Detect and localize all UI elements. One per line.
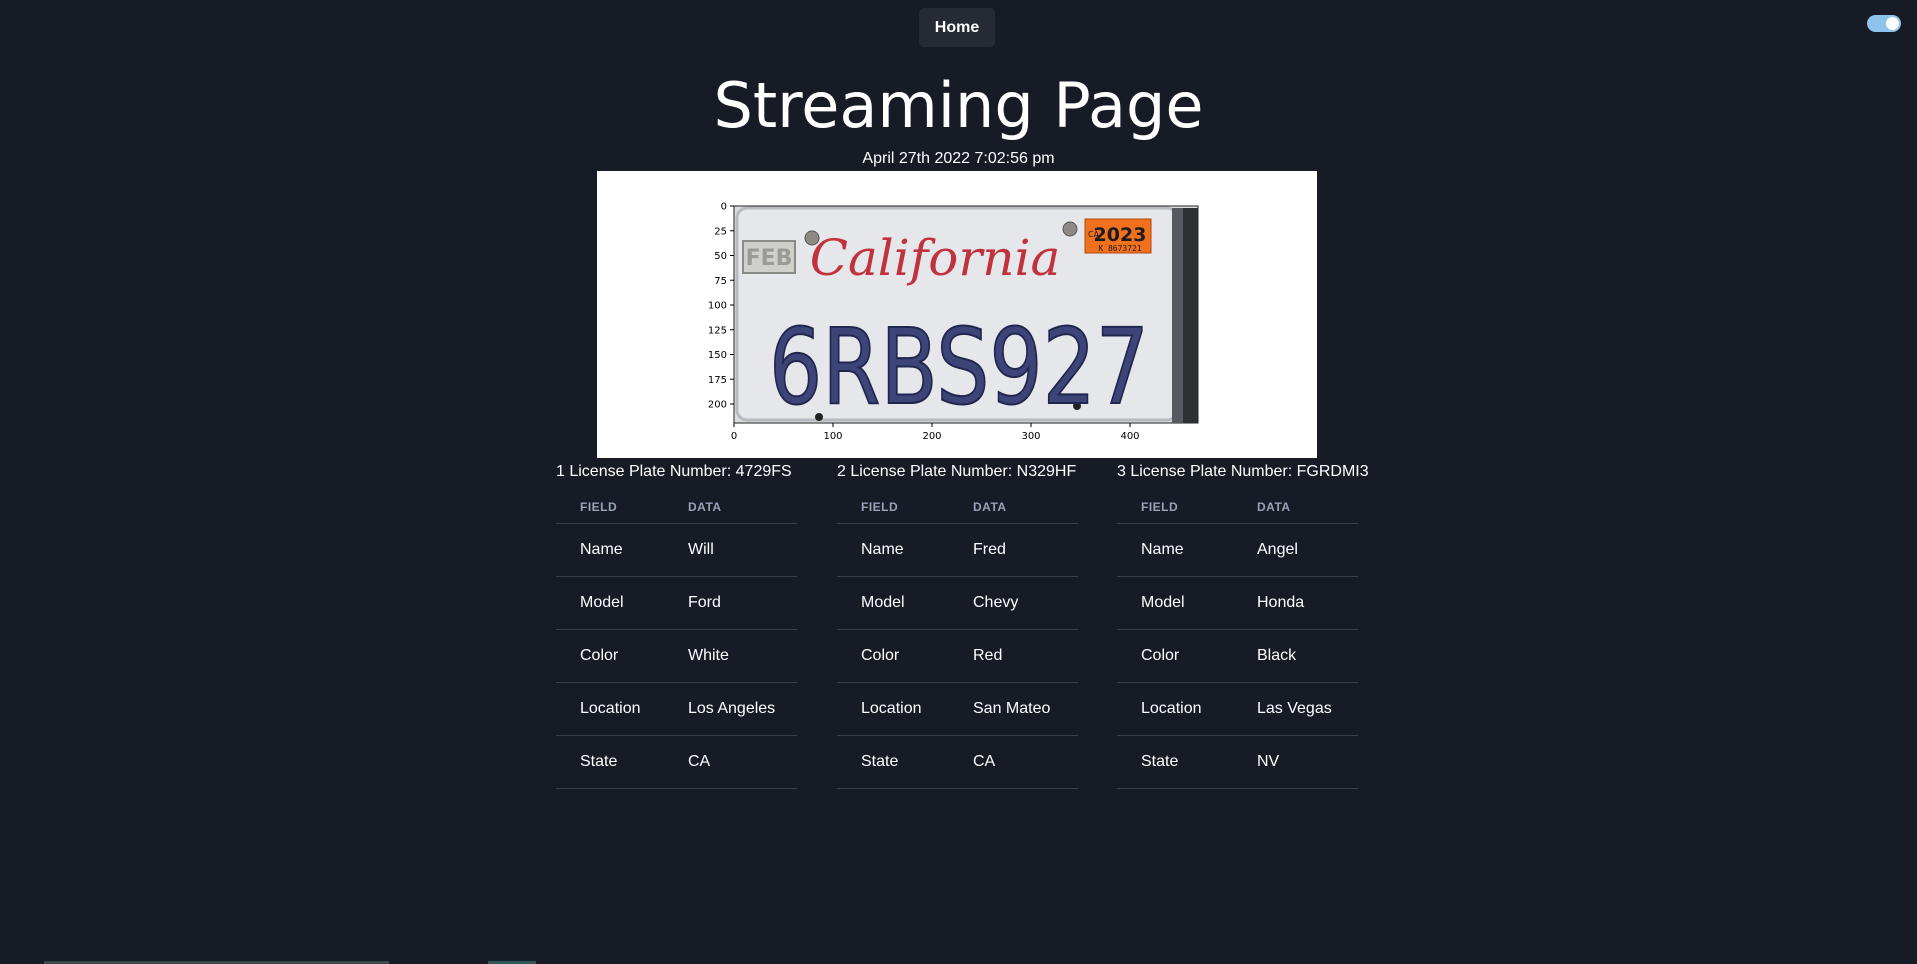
table-row: State CA [556, 735, 797, 789]
y-tick-label: 125 [708, 325, 727, 336]
data-cell: CA [664, 735, 797, 789]
table-row: Name Will [556, 523, 797, 577]
plate-sticker-year: 2023 [1094, 224, 1147, 246]
data-cell: Honda [1233, 576, 1358, 630]
plate-info-table-1: FIELD DATA Name Will Model Ford Color White… [556, 491, 797, 789]
home-button[interactable]: Home [919, 8, 995, 47]
field-cell: Location [1117, 682, 1233, 736]
plate-plot-svg: FEB California 2023 CA K 8673721 6RBS927… [708, 202, 1199, 442]
field-header: FIELD [1117, 491, 1233, 524]
y-tick-label: 0 [721, 202, 727, 213]
table-row: Color White [556, 629, 797, 683]
data-header: DATA [664, 491, 797, 524]
data-cell: Ford [664, 576, 797, 630]
y-tick-label: 175 [708, 375, 727, 386]
table-row: Model Chevy [837, 576, 1078, 630]
plate-card-title-1: 1 License Plate Number: 4729FS [556, 463, 792, 480]
data-cell: San Mateo [949, 682, 1078, 736]
field-cell: State [837, 735, 949, 789]
left-sticker-text: FEB [746, 246, 793, 271]
y-tick-label: 150 [708, 350, 727, 361]
table-row: Color Red [837, 629, 1078, 683]
table-row: Model Ford [556, 576, 797, 630]
y-tick-label: 75 [714, 276, 727, 287]
field-cell: Model [1117, 576, 1233, 630]
data-cell: White [664, 629, 797, 683]
plate-sticker-serial: K 8673721 [1098, 244, 1142, 253]
data-cell: Will [664, 523, 797, 577]
license-plate-plot: FEB California 2023 CA K 8673721 6RBS927… [597, 171, 1317, 458]
x-tick-label: 400 [1120, 431, 1139, 442]
data-cell: Fred [949, 523, 1078, 577]
data-cell: Chevy [949, 576, 1078, 630]
table-row: Location Los Angeles [556, 682, 797, 736]
field-cell: State [556, 735, 664, 789]
y-tick-label: 200 [708, 400, 727, 411]
plate-info-table-2: FIELD DATA Name Fred Model Chevy Color Red … [837, 491, 1078, 789]
table-row: Name Angel [1117, 523, 1358, 577]
table-header-row: FIELD DATA [556, 491, 797, 524]
field-cell: Name [556, 523, 664, 577]
table-row: Location Las Vegas [1117, 682, 1358, 736]
field-cell: Color [1117, 629, 1233, 683]
field-cell: Location [837, 682, 949, 736]
field-cell: Color [837, 629, 949, 683]
field-cell: Model [556, 576, 664, 630]
plate-sticker-side: CA [1088, 230, 1100, 239]
x-tick-label: 100 [823, 431, 842, 442]
streaming-page: Home Streaming Page April 27th 2022 7:02… [0, 0, 1917, 964]
field-cell: Name [1117, 523, 1233, 577]
data-cell: Angel [1233, 523, 1358, 577]
y-tick-label: 50 [714, 251, 727, 262]
toggle-knob [1886, 17, 1899, 30]
plate-image: FEB California 2023 CA K 8673721 6RBS927 [733, 205, 1199, 429]
field-cell: Color [556, 629, 664, 683]
field-cell: Name [837, 523, 949, 577]
table-row: Name Fred [837, 523, 1078, 577]
data-header: DATA [949, 491, 1078, 524]
field-cell: Location [556, 682, 664, 736]
timestamp: April 27th 2022 7:02:56 pm [862, 150, 1055, 167]
page-title: Streaming Page [713, 69, 1204, 142]
table-row: State CA [837, 735, 1078, 789]
x-tick-label: 300 [1021, 431, 1040, 442]
data-cell: CA [949, 735, 1078, 789]
field-header: FIELD [837, 491, 949, 524]
theme-toggle[interactable] [1867, 15, 1901, 32]
table-header-row: FIELD DATA [1117, 491, 1358, 524]
table-header-row: FIELD DATA [837, 491, 1078, 524]
data-cell: Los Angeles [664, 682, 797, 736]
field-header: FIELD [556, 491, 664, 524]
data-cell: NV [1233, 735, 1358, 789]
x-tick-label: 0 [731, 431, 737, 442]
y-tick-label: 25 [714, 226, 727, 237]
data-cell: Las Vegas [1233, 682, 1358, 736]
plate-number-text: 6RBS927 [769, 306, 1149, 428]
field-cell: State [1117, 735, 1233, 789]
plate-card-title-2: 2 License Plate Number: N329HF [837, 463, 1077, 480]
table-row: Location San Mateo [837, 682, 1078, 736]
plate-card-title-3: 3 License Plate Number: FGRDMI3 [1117, 463, 1369, 480]
x-tick-label: 200 [922, 431, 941, 442]
data-cell: Black [1233, 629, 1358, 683]
table-row: Color Black [1117, 629, 1358, 683]
data-cell: Red [949, 629, 1078, 683]
plate-info-table-3: FIELD DATA Name Angel Model Honda Color Bla… [1117, 491, 1358, 789]
table-row: State NV [1117, 735, 1358, 789]
data-header: DATA [1233, 491, 1358, 524]
plate-state-text: California [810, 229, 1061, 287]
y-tick-label: 100 [708, 301, 727, 312]
field-cell: Model [837, 576, 949, 630]
table-row: Model Honda [1117, 576, 1358, 630]
